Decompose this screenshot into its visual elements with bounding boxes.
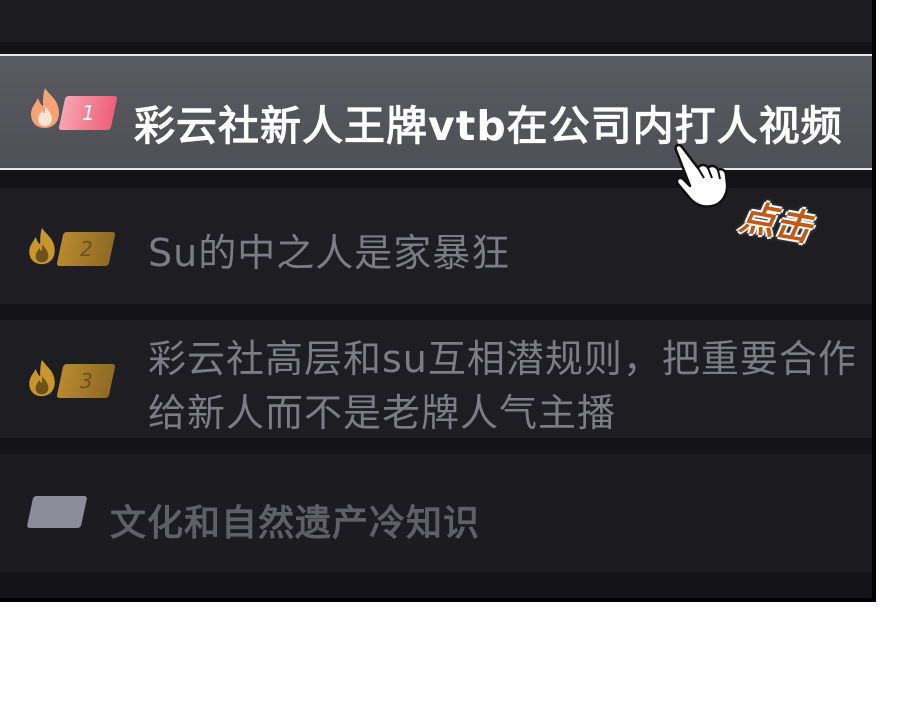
trending-list-panel: 1 彩云社新人王牌vtb在公司内打人视频 2 Su的中之人是家暴狂 3 彩云社高… [0,0,876,602]
flame-icon [29,227,55,265]
trending-item-1[interactable]: 1 彩云社新人王牌vtb在公司内打人视频 [0,54,872,170]
trending-item-4[interactable]: 文化和自然遗产冷知识 [0,454,872,572]
trending-title[interactable]: 彩云社高层和su互相潜规则，把重要合作给新人而不是老牌人气主播 [148,332,858,440]
rank-number: 1 [81,101,95,125]
top-divider-row [0,0,872,42]
trending-title[interactable]: 文化和自然遗产冷知识 [110,494,480,546]
flame-icon [31,88,59,128]
trending-title[interactable]: 彩云社新人王牌vtb在公司内打人视频 [134,92,843,152]
trending-title[interactable]: Su的中之人是家暴狂 [148,222,510,277]
pointing-hand-icon [674,143,729,208]
rank-number: 3 [79,369,93,393]
rank-number: 2 [79,237,93,261]
flame-icon [29,359,55,397]
trending-item-3[interactable]: 3 彩云社高层和su互相潜规则，把重要合作给新人而不是老牌人气主播 [0,320,872,438]
